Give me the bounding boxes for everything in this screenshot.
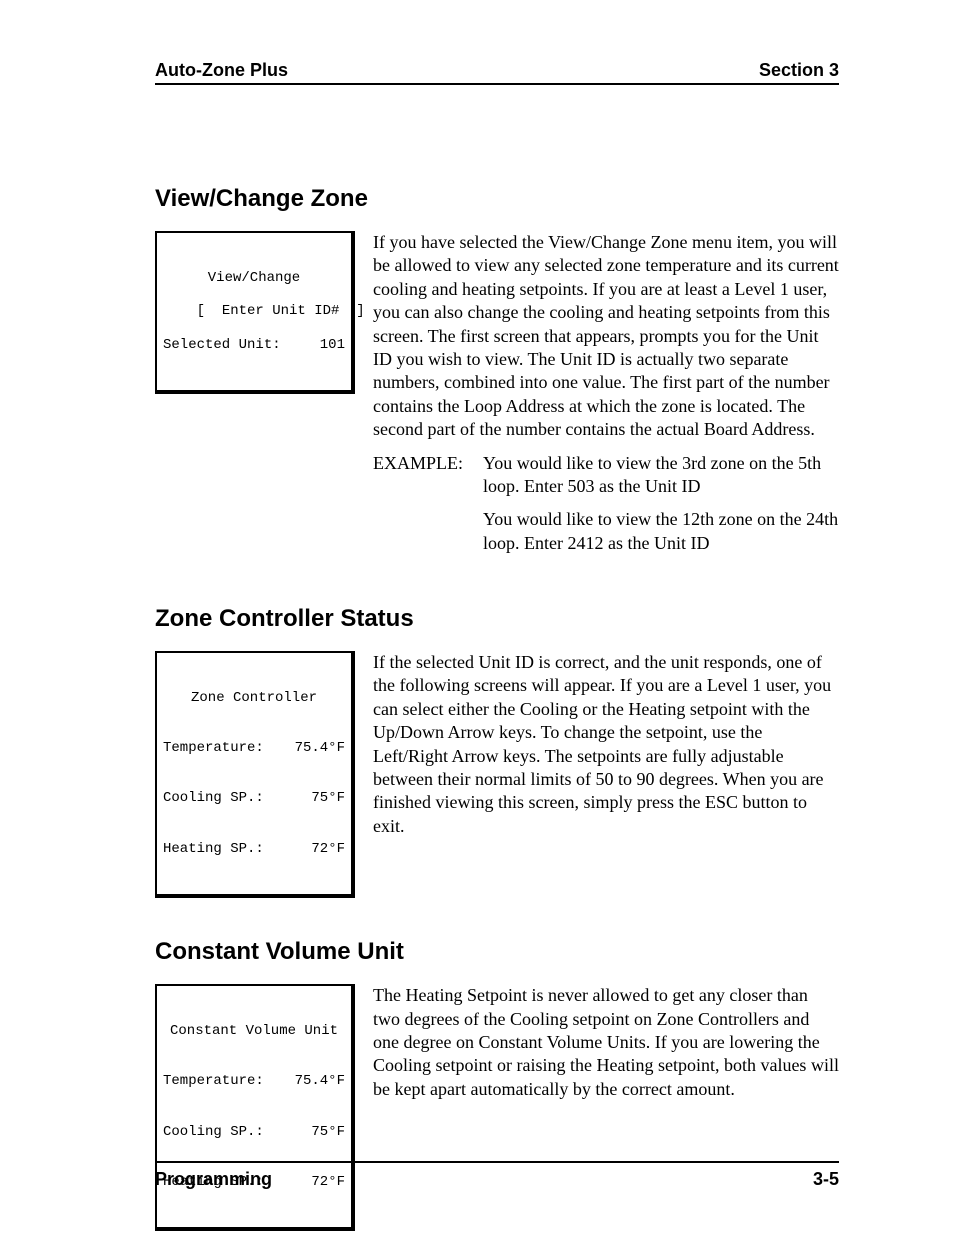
footer-left: Programming [155,1169,272,1190]
row-value: 75°F [311,1124,345,1141]
page-footer: Programming 3-5 [155,1161,839,1190]
page-header: Auto-Zone Plus Section 3 [155,60,839,85]
body-view-change: If you have selected the View/Change Zon… [373,231,839,565]
row-value: 75°F [311,790,345,807]
row-label: Temperature: [163,740,264,757]
section-constant-volume: Constant Volume Unit Temperature: 75.4°F… [155,984,839,1231]
heading-zone-controller-status: Zone Controller Status [155,605,839,633]
paragraph-zone-controller: If the selected Unit ID is correct, and … [373,651,839,838]
screen-title: View/Change [163,270,345,287]
row-label: Cooling SP.: [163,790,264,807]
row-label: Heating SP.: [163,841,264,858]
row-value: 75.4°F [295,1073,345,1090]
header-right: Section 3 [759,60,839,81]
row-label: Cooling SP.: [163,1124,264,1141]
screen-zone-controller: Zone Controller Temperature: 75.4°F Cool… [155,651,355,898]
paragraph-constant-volume: The Heating Setpoint is never allowed to… [373,984,839,1101]
paragraph-view-change: If you have selected the View/Change Zon… [373,231,839,442]
section-zone-controller: Zone Controller Temperature: 75.4°F Cool… [155,651,839,898]
body-zone-controller: If the selected Unit ID is correct, and … [373,651,839,848]
heading-view-change-zone: View/Change Zone [155,185,839,213]
header-left: Auto-Zone Plus [155,60,288,81]
example-label: EXAMPLE: [373,452,483,566]
screen-title: Constant Volume Unit [163,1023,345,1040]
row-value: 75.4°F [295,740,345,757]
example-block: EXAMPLE: You would like to view the 3rd … [373,452,839,566]
screen-view-change: View/Change [ Enter Unit ID# ] Selected … [155,231,355,394]
example-2: You would like to view the 12th zone on … [483,508,839,555]
section-view-change-zone: View/Change [ Enter Unit ID# ] Selected … [155,231,839,565]
row-value: 72°F [311,841,345,858]
screen-title: Zone Controller [163,690,345,707]
screen-selected-unit-label: Selected Unit: [163,337,281,354]
row-label: Temperature: [163,1073,264,1090]
example-1: You would like to view the 3rd zone on t… [483,452,839,499]
footer-right: 3-5 [813,1169,839,1190]
screen-line-enter-unit: [ Enter Unit ID# ] [197,303,365,319]
body-constant-volume: The Heating Setpoint is never allowed to… [373,984,839,1111]
screen-constant-volume: Constant Volume Unit Temperature: 75.4°F… [155,984,355,1231]
screen-selected-unit-value: 101 [320,337,345,354]
heading-constant-volume-unit: Constant Volume Unit [155,938,839,966]
